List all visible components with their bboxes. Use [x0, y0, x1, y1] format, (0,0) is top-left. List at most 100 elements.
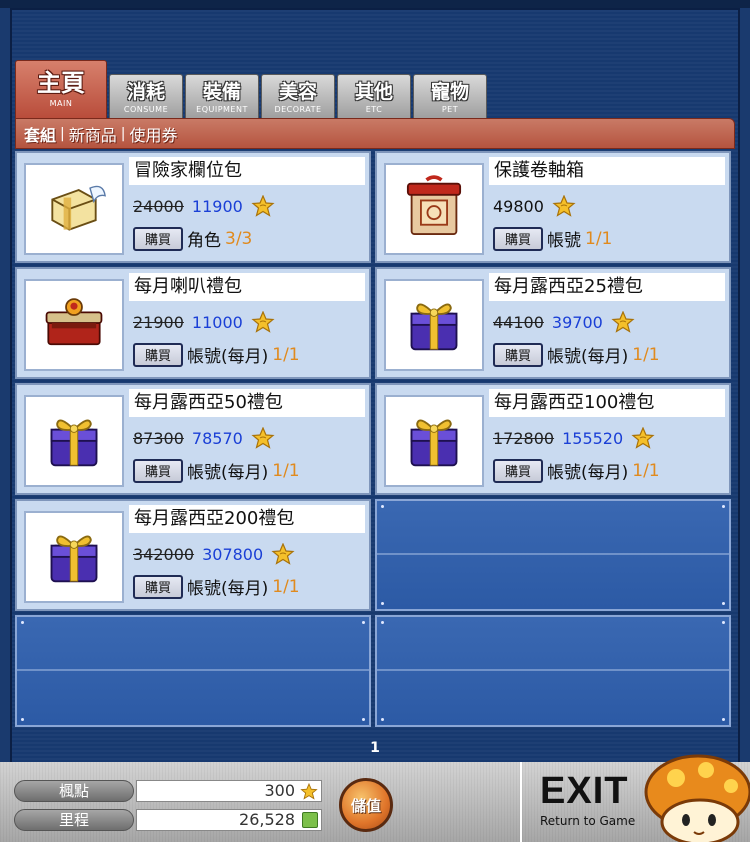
subnav-item-coupons[interactable]: 使用券	[129, 122, 177, 146]
price-row: 44100 39700	[493, 311, 635, 333]
tab-pet[interactable]: 寵物 PET	[413, 74, 487, 118]
purple-gift-icon	[44, 525, 104, 589]
tab-equipment[interactable]: 裝備 EQUIPMENT	[185, 74, 259, 118]
corner-dot	[722, 621, 725, 624]
points-label: 楓點	[14, 780, 134, 802]
item-thumbnail[interactable]	[24, 163, 124, 255]
price-row: 87300 78570	[133, 427, 275, 449]
shop-item[interactable]: 保護卷軸箱 49800 購買 帳號 1/1	[375, 151, 731, 263]
original-price: 172800	[493, 428, 555, 448]
buy-row: 購買 角色 3/3	[133, 226, 252, 251]
empty-slot	[375, 499, 731, 611]
tab-main[interactable]: 主頁 MAIN	[15, 60, 107, 118]
shop-item[interactable]: 每月露西亞100禮包 172800 155520 購買 帳號(每月) 1/1	[375, 383, 731, 495]
maple-point-icon	[251, 195, 275, 217]
tab-sublabel: ETC	[365, 105, 383, 114]
purple-gift-icon	[404, 293, 464, 357]
item-name: 每月露西亞100禮包	[489, 389, 725, 417]
price-row: 21900 11000	[133, 311, 275, 333]
category-tabs: 主頁 MAIN 消耗 CONSUME 裝備 EQUIPMENT 美容 DECORATE 其他 ET…	[15, 60, 487, 118]
tab-etc[interactable]: 其他 ETC	[337, 74, 411, 118]
shop-item[interactable]: 冒險家欄位包 24000 11900 購買 角色 3/3	[15, 151, 371, 263]
purchase-limit: 1/1	[585, 228, 613, 249]
item-thumbnail[interactable]	[384, 163, 484, 255]
buy-button[interactable]: 購買	[133, 458, 183, 483]
buy-button[interactable]: 購買	[493, 458, 543, 483]
mileage-icon	[302, 812, 318, 828]
item-price: 49800	[493, 196, 544, 216]
item-name: 保護卷軸箱	[489, 157, 725, 185]
purchase-limit: 1/1	[632, 344, 660, 365]
price-row: 24000 11900	[133, 195, 275, 217]
subnav-item-sets[interactable]: 套組	[24, 122, 56, 146]
shop-item[interactable]: 每月露西亞25禮包 44100 39700 購買 帳號(每月) 1/1	[375, 267, 731, 379]
maple-point-icon	[552, 195, 576, 217]
tab-sublabel: PET	[441, 105, 459, 114]
charge-button[interactable]: 儲值	[339, 778, 393, 832]
buy-button[interactable]: 購買	[133, 342, 183, 367]
tab-label: 裝備	[202, 81, 241, 103]
top-strip	[0, 0, 750, 8]
purchase-limit: 1/1	[272, 460, 300, 481]
item-thumbnail[interactable]	[24, 279, 124, 371]
buy-button[interactable]: 購買	[133, 226, 183, 251]
sale-price: 11900	[191, 196, 243, 216]
purchase-limit: 1/1	[632, 460, 660, 481]
buy-button[interactable]: 購買	[493, 226, 543, 251]
mileage-value: 26,528	[136, 809, 322, 831]
purple-gift-icon	[404, 409, 464, 473]
corner-dot	[722, 602, 725, 605]
corner-dot	[362, 718, 365, 721]
corner-dot	[21, 621, 24, 624]
item-thumbnail[interactable]	[384, 395, 484, 487]
original-price: 24000	[133, 196, 184, 216]
sub-navigation: 套組 | 新商品 | 使用券	[15, 118, 735, 149]
original-price: 44100	[493, 312, 544, 332]
tab-sublabel: MAIN	[49, 99, 73, 108]
maple-point-icon	[251, 311, 275, 333]
empty-slot	[375, 615, 731, 727]
item-name: 每月露西亞25禮包	[489, 273, 725, 301]
item-name: 每月露西亞50禮包	[129, 389, 365, 417]
item-thumbnail[interactable]	[24, 511, 124, 603]
tab-label: 寵物	[430, 81, 469, 103]
price-row: 342000 307800	[133, 543, 295, 565]
tab-sublabel: CONSUME	[123, 105, 169, 114]
buy-button[interactable]: 購買	[133, 574, 183, 599]
sale-price: 11000	[191, 312, 243, 332]
shop-item[interactable]: 每月喇叭禮包 21900 11000 購買 帳號(每月) 1/1	[15, 267, 371, 379]
purchase-target: 帳號(每月)	[547, 347, 629, 367]
sale-price: 307800	[202, 544, 264, 564]
points-amount: 300	[264, 781, 295, 800]
shop-item[interactable]: 每月露西亞50禮包 87300 78570 購買 帳號(每月) 1/1	[15, 383, 371, 495]
exit-button[interactable]: EXIT Return to Game	[520, 754, 750, 842]
tab-consume[interactable]: 消耗 CONSUME	[109, 74, 183, 118]
subnav-item-new[interactable]: 新商品	[69, 122, 117, 146]
purchase-target: 帳號(每月)	[547, 463, 629, 483]
purchase-limit: 3/3	[225, 228, 253, 249]
bottom-bar: 楓點 300 里程 26,528 儲值 EXIT Return to Game	[0, 754, 750, 842]
shop-item[interactable]: 每月露西亞200禮包 342000 307800 購買 帳號(每月) 1/1	[15, 499, 371, 611]
buy-button[interactable]: 購買	[493, 342, 543, 367]
buy-row: 購買 帳號(每月) 1/1	[133, 342, 300, 367]
tab-decorate[interactable]: 美容 DECORATE	[261, 74, 335, 118]
buy-row: 購買 帳號(每月) 1/1	[493, 342, 660, 367]
item-thumbnail[interactable]	[384, 279, 484, 371]
original-price: 342000	[133, 544, 195, 564]
empty-slot	[15, 615, 371, 727]
buy-row: 購買 帳號(每月) 1/1	[493, 458, 660, 483]
tab-sublabel: DECORATE	[274, 105, 322, 114]
tab-label: 主頁	[37, 69, 85, 97]
item-thumbnail[interactable]	[24, 395, 124, 487]
original-price: 87300	[133, 428, 184, 448]
corner-dot	[381, 505, 384, 508]
page-number[interactable]: 1	[355, 740, 395, 756]
price-row: 172800 155520	[493, 427, 655, 449]
maple-point-icon	[631, 427, 655, 449]
item-name: 每月喇叭禮包	[129, 273, 365, 301]
tab-label: 其他	[354, 81, 393, 103]
purchase-limit: 1/1	[272, 344, 300, 365]
item-name: 冒險家欄位包	[129, 157, 365, 185]
purchase-target: 角色	[187, 231, 221, 251]
orange-mushroom-icon	[644, 754, 750, 842]
